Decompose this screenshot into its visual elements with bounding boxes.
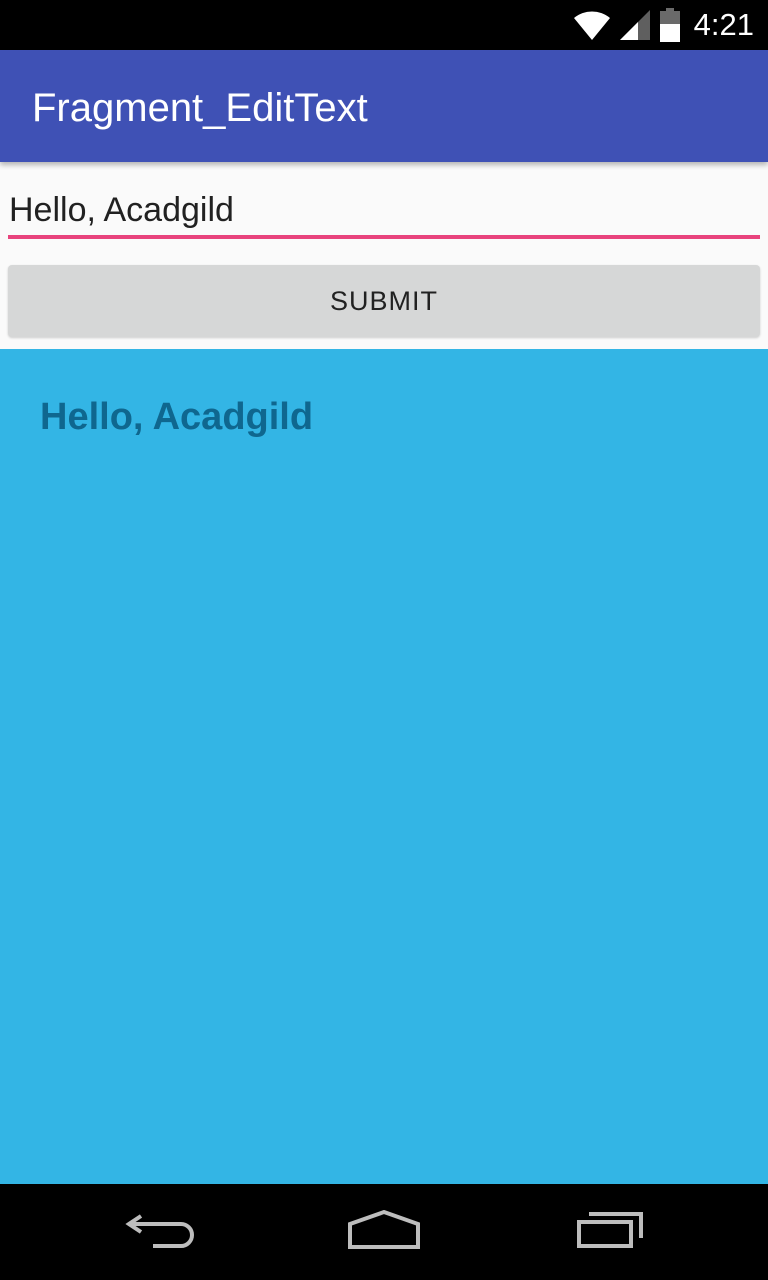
submit-button[interactable]: SUBMIT — [8, 265, 760, 337]
app-bar: Fragment_EditText — [0, 50, 768, 162]
recents-button[interactable] — [540, 1184, 680, 1280]
fragment-panel: Hello, Acadgild — [0, 349, 768, 1184]
main-content: SUBMIT Hello, Acadgild — [0, 162, 768, 1184]
back-button[interactable] — [90, 1184, 230, 1280]
navigation-bar — [0, 1184, 768, 1280]
edit-text-underline — [8, 235, 760, 239]
battery-icon — [659, 8, 680, 42]
wifi-icon — [573, 10, 610, 40]
home-icon — [346, 1209, 422, 1255]
status-time: 4:21 — [693, 7, 754, 42]
status-icons: 4:21 — [573, 0, 754, 50]
back-icon — [125, 1210, 195, 1255]
screen: 4:21 Fragment_EditText SUBMIT Hello, Aca… — [0, 0, 768, 1280]
edit-text-input[interactable] — [8, 184, 760, 236]
app-title: Fragment_EditText — [32, 86, 368, 130]
status-bar: 4:21 — [0, 0, 768, 50]
fragment-text: Hello, Acadgild — [40, 396, 314, 438]
cell-signal-icon — [619, 10, 650, 40]
edit-text-container — [8, 184, 760, 240]
home-button[interactable] — [314, 1184, 454, 1280]
recents-icon — [575, 1210, 645, 1255]
